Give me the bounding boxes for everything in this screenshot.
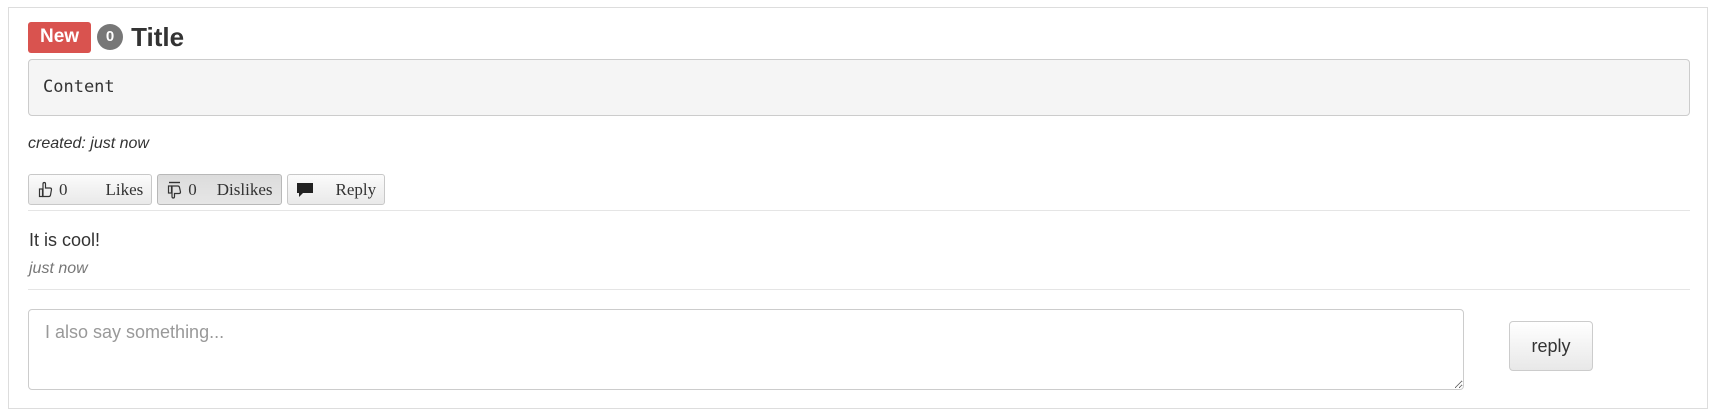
likes-count: 0 [59, 179, 68, 199]
thumbs-up-icon [35, 179, 57, 201]
dislikes-count: 0 [188, 179, 197, 199]
dislikes-button[interactable]: 0 Dislikes [157, 174, 282, 205]
post-content: Content [28, 59, 1690, 116]
post-panel: New 0 Title Content created: just now 0 … [8, 7, 1708, 409]
reply-toggle-label: Reply [335, 179, 377, 199]
reply-textarea[interactable] [28, 309, 1464, 390]
likes-label: Likes [105, 179, 144, 199]
divider [28, 289, 1690, 290]
created-timestamp: created: just now [28, 135, 149, 152]
reply-submit-button[interactable]: reply [1509, 321, 1593, 371]
new-label: New [28, 21, 92, 53]
comment-text: It is cool! [29, 230, 101, 250]
reply-toggle-button[interactable]: Reply [286, 174, 386, 205]
divider [28, 210, 1690, 211]
dislikes-label: Dislikes [216, 179, 273, 199]
post-title: Title [131, 22, 185, 52]
speech-bubble-icon [294, 179, 316, 201]
thumbs-down-icon [164, 179, 186, 201]
likes-button[interactable]: 0 Likes [28, 174, 153, 205]
action-buttons: 0 Likes 0 Dislikes Reply [28, 174, 386, 205]
post-header: New 0 Title [28, 20, 184, 54]
comment-count-badge: 0 [97, 24, 124, 50]
comment-timestamp: just now [29, 260, 88, 277]
